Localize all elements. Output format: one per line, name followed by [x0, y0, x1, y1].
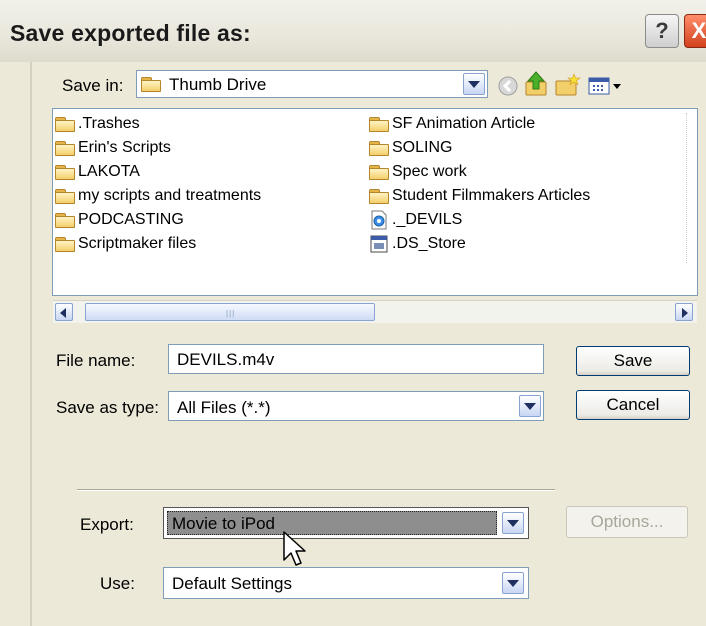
- save-in-label: Save in:: [62, 76, 124, 95]
- use-combo[interactable]: Default Settings: [163, 567, 529, 599]
- list-item[interactable]: .DS_Store: [369, 233, 466, 255]
- file-list[interactable]: .Trashes Erin's Scripts LAKOTA my script…: [52, 108, 698, 296]
- dialog-left-border: [30, 62, 32, 626]
- close-button[interactable]: X: [684, 14, 706, 48]
- save-in-combo[interactable]: Thumb Drive: [136, 70, 488, 98]
- views-menu-icon[interactable]: [588, 76, 624, 96]
- folder-icon: [55, 237, 75, 252]
- horizontal-scrollbar[interactable]: |||: [53, 300, 697, 323]
- dialog-title: Save exported file as:: [10, 20, 251, 46]
- folder-icon: [141, 77, 161, 92]
- folder-icon: [369, 189, 389, 204]
- list-item[interactable]: PODCASTING: [55, 209, 184, 231]
- save-as-type-dropdown-arrow[interactable]: [519, 395, 541, 417]
- use-dropdown-arrow[interactable]: [502, 572, 524, 594]
- export-combo[interactable]: Movie to iPod: [163, 507, 529, 539]
- save-as-type-value: All Files (*.*): [177, 398, 271, 417]
- list-item[interactable]: .Trashes: [55, 113, 140, 135]
- file-name-value: DEVILS.m4v: [177, 350, 275, 369]
- folder-icon: [55, 189, 75, 204]
- up-folder-icon[interactable]: [524, 70, 550, 98]
- list-item[interactable]: Erin's Scripts: [55, 137, 171, 159]
- file-name-label: File name:: [56, 351, 136, 370]
- help-button[interactable]: ?: [645, 14, 679, 48]
- list-item[interactable]: LAKOTA: [55, 161, 140, 183]
- folder-icon: [55, 213, 75, 228]
- folder-icon: [369, 165, 389, 180]
- export-dropdown-arrow[interactable]: [502, 512, 524, 534]
- new-folder-icon[interactable]: [554, 72, 582, 98]
- save-in-value: Thumb Drive: [169, 75, 267, 94]
- list-item[interactable]: ._DEVILS: [369, 209, 462, 231]
- list-item[interactable]: Scriptmaker files: [55, 233, 196, 255]
- export-value: Movie to iPod: [172, 514, 275, 533]
- list-item[interactable]: Spec work: [369, 161, 467, 183]
- separator: [77, 489, 555, 491]
- folder-icon: [369, 117, 389, 132]
- mouse-cursor-icon: [283, 531, 306, 566]
- folder-icon: [55, 117, 75, 132]
- back-icon[interactable]: [496, 74, 520, 98]
- scroll-grip-icon: |||: [226, 309, 236, 318]
- use-label: Use:: [100, 574, 135, 593]
- folder-icon: [369, 141, 389, 156]
- scroll-left-button[interactable]: [55, 303, 73, 321]
- save-in-dropdown-arrow[interactable]: [463, 73, 485, 95]
- save-as-type-label: Save as type:: [56, 398, 160, 417]
- ds-store-file-icon: [370, 235, 388, 253]
- list-item[interactable]: SOLING: [369, 137, 452, 159]
- options-button[interactable]: Options...: [566, 506, 688, 538]
- list-item[interactable]: my scripts and treatments: [55, 185, 261, 207]
- save-button[interactable]: Save: [576, 346, 690, 376]
- file-name-field[interactable]: DEVILS.m4v: [168, 344, 544, 374]
- quicktime-file-icon: [371, 210, 387, 230]
- cancel-button[interactable]: Cancel: [576, 390, 690, 420]
- folder-icon: [55, 165, 75, 180]
- use-value: Default Settings: [172, 574, 293, 593]
- list-item[interactable]: SF Animation Article: [369, 113, 535, 135]
- list-item[interactable]: Student Filmmakers Articles: [369, 185, 590, 207]
- scroll-thumb[interactable]: |||: [85, 303, 375, 321]
- scroll-right-button[interactable]: [675, 303, 693, 321]
- save-as-type-combo[interactable]: All Files (*.*): [168, 391, 544, 421]
- folder-icon: [55, 141, 75, 156]
- clipped-column-edge: [686, 113, 693, 263]
- export-label: Export:: [80, 515, 134, 534]
